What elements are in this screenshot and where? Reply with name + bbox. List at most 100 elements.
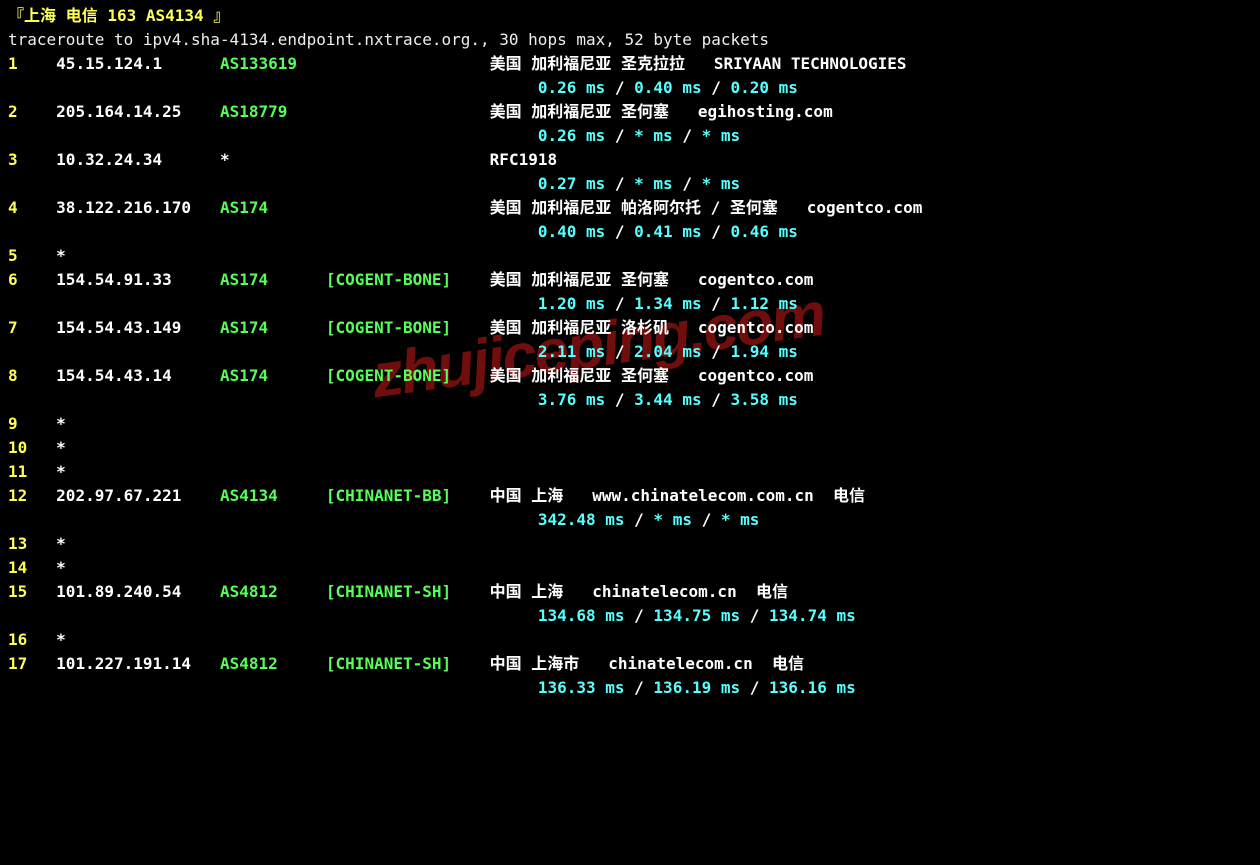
hop-asn: AS174 <box>220 270 326 289</box>
hop-number: 11 <box>8 462 56 481</box>
hop-latency: 0.26 ms <box>538 78 605 97</box>
hop-latency: * ms <box>702 174 741 193</box>
hop-asn: AS174 <box>220 198 326 217</box>
hop-network-tag: [COGENT-BONE] <box>326 366 490 385</box>
hop-latency: 1.20 ms <box>538 294 605 313</box>
route-title-city: 上海 <box>24 6 56 25</box>
latency-separator: / <box>605 294 634 313</box>
hop-ip: 154.54.91.33 <box>56 270 220 289</box>
hop-latency: 0.40 ms <box>538 222 605 241</box>
hop-location: 美国 加利福尼亚 洛杉矶 cogentco.com <box>490 318 814 337</box>
latency-separator: / <box>740 678 769 697</box>
hop-location: 中国 上海市 chinatelecom.cn 电信 <box>490 654 804 673</box>
hop-network-tag <box>326 150 490 169</box>
hop-latency: 136.16 ms <box>769 678 856 697</box>
hop-network-tag: [COGENT-BONE] <box>326 318 490 337</box>
terminal-output: 『上海 电信 163 AS4134 』 traceroute to ipv4.s… <box>0 0 1260 704</box>
hop-ip: 101.227.191.14 <box>56 654 220 673</box>
hop-latency: 134.75 ms <box>653 606 740 625</box>
hop-network-tag: [CHINANET-BB] <box>326 486 490 505</box>
hop-number: 4 <box>8 198 56 217</box>
hop-latency: * ms <box>653 510 692 529</box>
hop-number: 14 <box>8 558 56 577</box>
hop-number: 5 <box>8 246 56 265</box>
hop-number: 16 <box>8 630 56 649</box>
hop-ip: 45.15.124.1 <box>56 54 220 73</box>
hop-number: 10 <box>8 438 56 457</box>
hop-latency: 1.12 ms <box>731 294 798 313</box>
hop-latency: 0.40 ms <box>634 78 701 97</box>
hop-network-tag <box>326 54 490 73</box>
latency-separator: / <box>673 126 702 145</box>
hop-latency: 1.94 ms <box>731 342 798 361</box>
hop-number: 6 <box>8 270 56 289</box>
route-title-asn: AS4134 <box>146 6 204 25</box>
hop-number: 12 <box>8 486 56 505</box>
hop-number: 13 <box>8 534 56 553</box>
hop-latency: 0.41 ms <box>634 222 701 241</box>
hop-network-tag: [CHINANET-SH] <box>326 582 490 601</box>
hop-network-tag <box>326 198 490 217</box>
hop-latency: 0.20 ms <box>731 78 798 97</box>
hop-latency: 0.26 ms <box>538 126 605 145</box>
hop-number: 7 <box>8 318 56 337</box>
latency-separator: / <box>605 222 634 241</box>
latency-separator: / <box>625 606 654 625</box>
hop-location: 美国 加利福尼亚 圣何塞 cogentco.com <box>490 366 814 385</box>
hop-location: 美国 加利福尼亚 帕洛阿尔托 / 圣何塞 cogentco.com <box>490 198 923 217</box>
hop-timeout: * <box>56 462 66 481</box>
hop-number: 2 <box>8 102 56 121</box>
hop-location: 美国 加利福尼亚 圣何塞 egihosting.com <box>490 102 833 121</box>
hop-timeout: * <box>56 246 66 265</box>
hop-latency: * ms <box>634 174 673 193</box>
latency-separator: / <box>740 606 769 625</box>
hop-number: 15 <box>8 582 56 601</box>
latency-separator: / <box>702 78 731 97</box>
latency-separator: / <box>702 390 731 409</box>
hop-timeout: * <box>56 438 66 457</box>
hop-timeout: * <box>56 558 66 577</box>
hop-ip: 154.54.43.14 <box>56 366 220 385</box>
hop-ip: 101.89.240.54 <box>56 582 220 601</box>
hop-latency: * ms <box>721 510 760 529</box>
hop-latency: 134.68 ms <box>538 606 625 625</box>
hop-latency: 134.74 ms <box>769 606 856 625</box>
hop-ip: 154.54.43.149 <box>56 318 220 337</box>
route-title-carrier: 电信 <box>66 6 98 25</box>
hop-network-tag: [CHINANET-SH] <box>326 654 490 673</box>
hop-location: 中国 上海 chinatelecom.cn 电信 <box>490 582 788 601</box>
latency-separator: / <box>605 174 634 193</box>
hop-timeout: * <box>56 414 66 433</box>
hop-asn: AS18779 <box>220 102 326 121</box>
hop-asn: AS174 <box>220 366 326 385</box>
latency-separator: / <box>605 390 634 409</box>
hop-number: 1 <box>8 54 56 73</box>
hop-asn: AS4812 <box>220 582 326 601</box>
latency-separator: / <box>625 678 654 697</box>
hop-ip: 10.32.24.34 <box>56 150 220 169</box>
hop-latency: 2.04 ms <box>634 342 701 361</box>
hop-latency: * ms <box>634 126 673 145</box>
hop-location: 美国 加利福尼亚 圣克拉拉 SRIYAAN TECHNOLOGIES <box>490 54 907 73</box>
hop-latency: 136.33 ms <box>538 678 625 697</box>
latency-separator: / <box>605 126 634 145</box>
latency-separator: / <box>692 510 721 529</box>
hop-latency: 3.58 ms <box>731 390 798 409</box>
hop-network-tag: [COGENT-BONE] <box>326 270 490 289</box>
hop-number: 3 <box>8 150 56 169</box>
latency-separator: / <box>673 174 702 193</box>
hop-asn: * <box>220 150 326 169</box>
hop-ip: 202.97.67.221 <box>56 486 220 505</box>
hop-ip: 38.122.216.170 <box>56 198 220 217</box>
latency-separator: / <box>625 510 654 529</box>
route-title-close: 』 <box>213 6 229 25</box>
hop-latency: 136.19 ms <box>653 678 740 697</box>
hop-location: RFC1918 <box>490 150 557 169</box>
hop-timeout: * <box>56 534 66 553</box>
hop-asn: AS133619 <box>220 54 326 73</box>
hop-latency: 3.76 ms <box>538 390 605 409</box>
latency-separator: / <box>605 78 634 97</box>
hop-latency: 342.48 ms <box>538 510 625 529</box>
latency-separator: / <box>605 342 634 361</box>
route-title-netcode: 163 <box>107 6 136 25</box>
